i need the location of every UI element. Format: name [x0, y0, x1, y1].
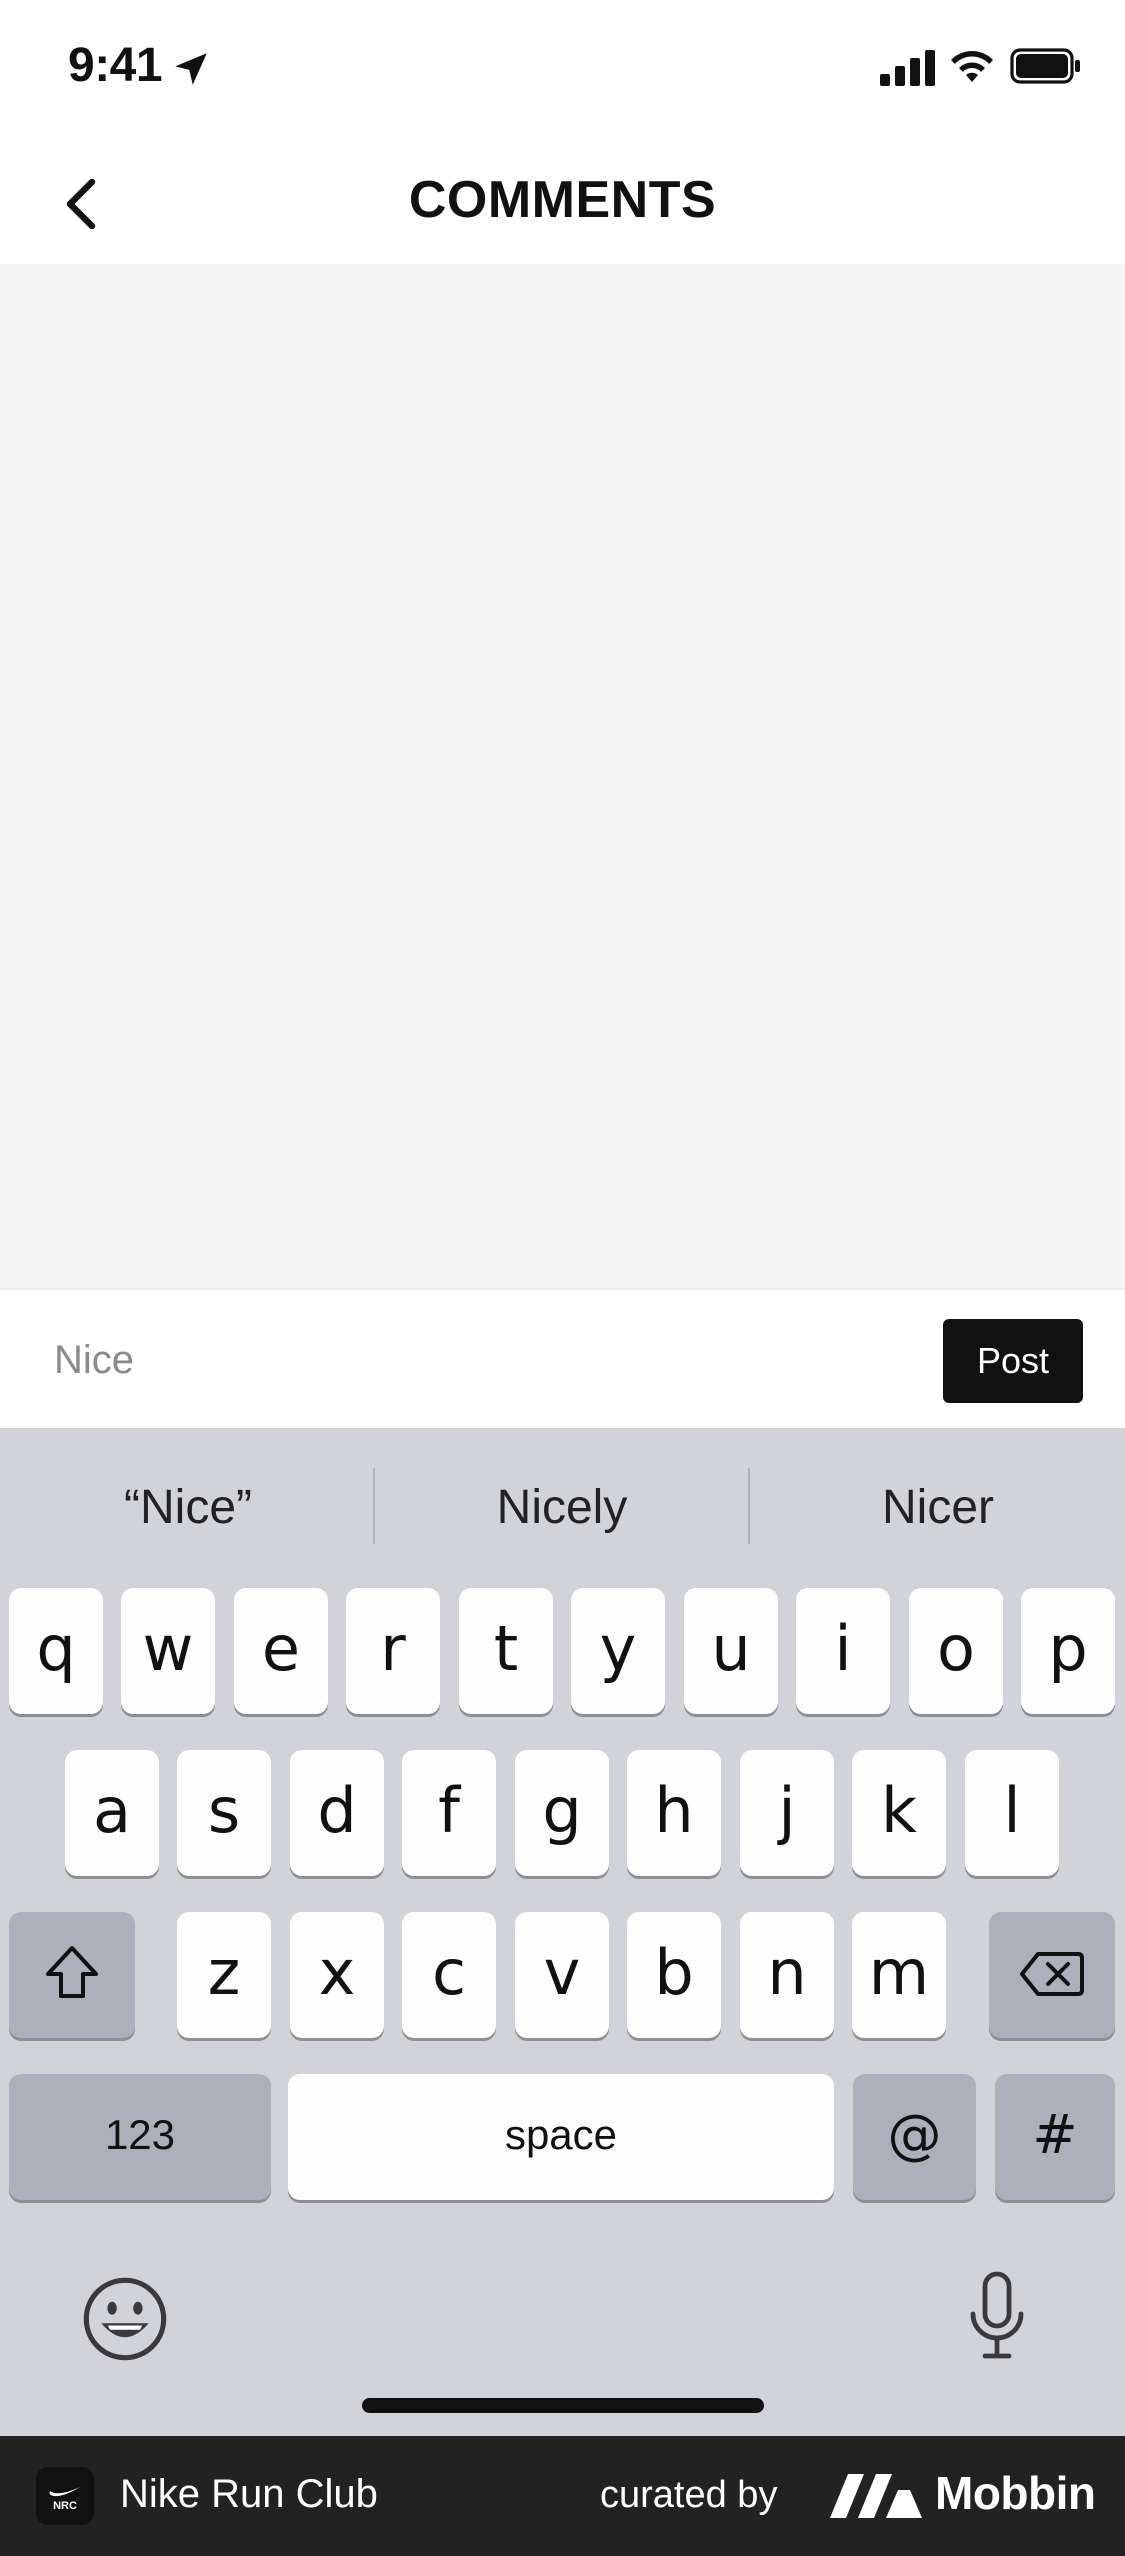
key-l[interactable]: l: [965, 1750, 1059, 1876]
location-arrow-icon: [175, 53, 207, 85]
wifi-icon: [951, 51, 993, 82]
status-bar: 9:41: [0, 0, 1125, 140]
space-key[interactable]: space: [288, 2074, 834, 2200]
key-n[interactable]: n: [740, 1912, 834, 2038]
key-o[interactable]: o: [909, 1588, 1003, 1714]
key-i[interactable]: i: [796, 1588, 890, 1714]
key-e[interactable]: e: [234, 1588, 328, 1714]
at-key[interactable]: @: [853, 2074, 976, 2200]
app-logo: NRC: [36, 2467, 94, 2525]
key-z[interactable]: z: [177, 1912, 271, 2038]
comment-composer: Post: [0, 1288, 1125, 1428]
suggestion-item[interactable]: Nicer: [758, 1468, 1118, 1548]
key-h[interactable]: h: [627, 1750, 721, 1876]
comments-list: [0, 264, 1125, 1288]
key-d[interactable]: d: [290, 1750, 384, 1876]
key-x[interactable]: x: [290, 1912, 384, 2038]
autocorrect-bar: “Nice” Nicely Nicer: [0, 1428, 1125, 1578]
nike-swoosh-logo: NRC: [49, 2487, 80, 2512]
curated-label: curated by: [600, 2474, 778, 2516]
key-k[interactable]: k: [852, 1750, 946, 1876]
app-name: Nike Run Club: [120, 2472, 378, 2516]
post-button[interactable]: Post: [943, 1319, 1083, 1403]
shift-arrow-icon: [46, 1946, 98, 1998]
key-g[interactable]: g: [515, 1750, 609, 1876]
key-y[interactable]: y: [571, 1588, 665, 1714]
comment-input[interactable]: [40, 1320, 900, 1400]
shift-key[interactable]: [9, 1912, 135, 2038]
delete-key[interactable]: [989, 1912, 1115, 2038]
app-logo-text: NRC: [53, 2500, 77, 2512]
cellular-signal-icon: [880, 50, 935, 86]
key-a[interactable]: a: [65, 1750, 159, 1876]
key-j[interactable]: j: [740, 1750, 834, 1876]
key-c[interactable]: c: [402, 1912, 496, 2038]
key-p[interactable]: p: [1021, 1588, 1115, 1714]
suggestion-divider: [748, 1468, 750, 1544]
key-u[interactable]: u: [684, 1588, 778, 1714]
mobbin-brand: Mobbin: [935, 2467, 1096, 2519]
home-indicator: [362, 2398, 764, 2413]
key-b[interactable]: b: [627, 1912, 721, 2038]
key-f[interactable]: f: [402, 1750, 496, 1876]
battery-icon: [1010, 48, 1080, 84]
hash-key[interactable]: #: [995, 2074, 1115, 2200]
suggestion-divider: [373, 1468, 375, 1544]
key-m[interactable]: m: [852, 1912, 946, 2038]
key-r[interactable]: r: [346, 1588, 440, 1714]
status-time: 9:41: [68, 39, 163, 92]
attribution-footer: NRC Nike Run Club curated by Mobbin: [0, 2436, 1125, 2556]
suggestion-item[interactable]: Nicely: [382, 1468, 742, 1548]
keyboard: “Nice” Nicely Nicer q w e r t y u i o p …: [0, 1428, 1125, 2436]
suggestion-item[interactable]: “Nice”: [8, 1468, 368, 1548]
key-w[interactable]: w: [121, 1588, 215, 1714]
nav-bar: COMMENTS: [0, 140, 1125, 264]
backspace-icon: [1020, 1952, 1084, 1996]
emoji-face-icon[interactable]: [82, 2276, 168, 2362]
chevron-left-icon[interactable]: [56, 176, 108, 232]
numbers-key[interactable]: 123: [9, 2074, 271, 2200]
mobbin-logo-icon: [830, 2474, 922, 2518]
key-t[interactable]: t: [459, 1588, 553, 1714]
key-s[interactable]: s: [177, 1750, 271, 1876]
page-title: COMMENTS: [408, 171, 717, 229]
microphone-icon[interactable]: [966, 2270, 1028, 2362]
key-v[interactable]: v: [515, 1912, 609, 2038]
key-q[interactable]: q: [9, 1588, 103, 1714]
